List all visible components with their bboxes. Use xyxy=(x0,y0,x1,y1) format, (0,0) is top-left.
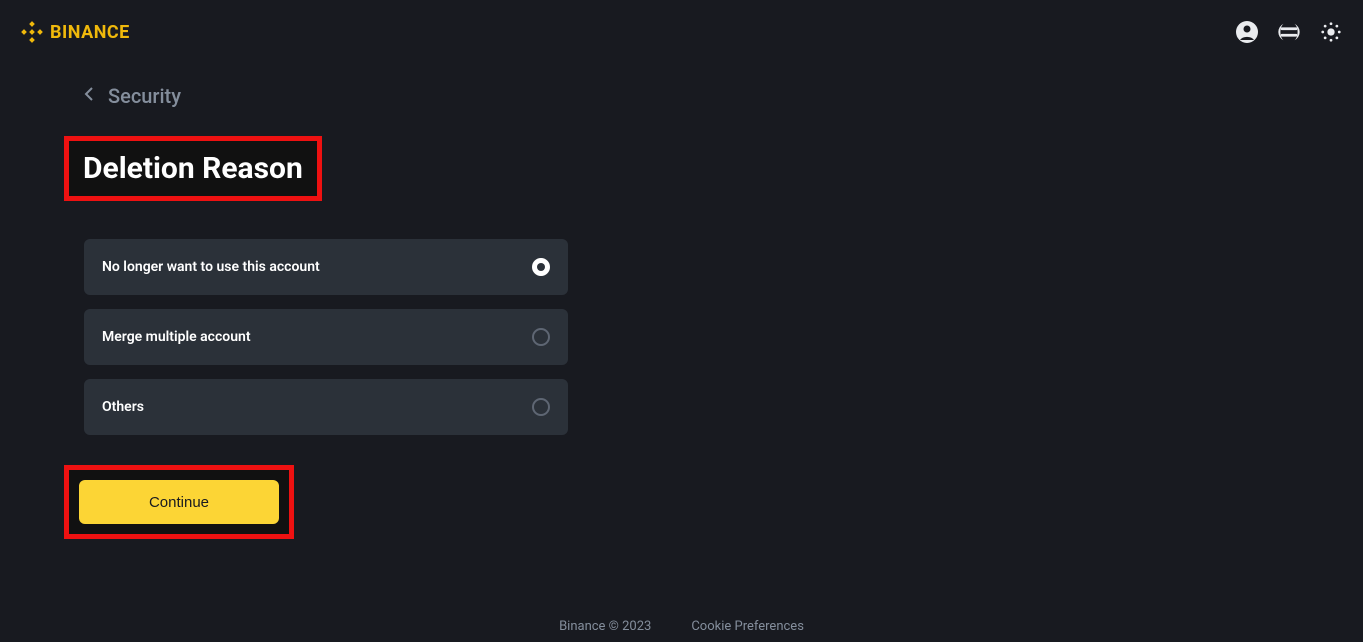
brand-text: BINANCE xyxy=(50,22,130,43)
reason-options: No longer want to use this account Merge… xyxy=(84,239,568,435)
account-icon[interactable] xyxy=(1235,20,1259,44)
radio-icon xyxy=(532,328,550,346)
globe-icon[interactable] xyxy=(1277,20,1301,44)
header: BINANCE xyxy=(0,0,1363,64)
option-label: Merge multiple account xyxy=(102,329,251,345)
main-content: Security Deletion Reason No longer want … xyxy=(0,64,1363,539)
copyright-text: Binance © 2023 xyxy=(559,619,651,634)
binance-logo-icon xyxy=(20,20,44,44)
option-label: Others xyxy=(102,399,144,415)
continue-highlight-box: Continue xyxy=(64,465,294,539)
reason-option-no-longer-use[interactable]: No longer want to use this account xyxy=(84,239,568,295)
radio-icon xyxy=(532,398,550,416)
radio-icon xyxy=(532,258,550,276)
breadcrumb: Security xyxy=(84,84,1279,108)
breadcrumb-label[interactable]: Security xyxy=(108,84,181,108)
continue-button[interactable]: Continue xyxy=(79,480,279,524)
title-highlight-box: Deletion Reason xyxy=(64,136,322,201)
binance-logo[interactable]: BINANCE xyxy=(20,20,130,44)
page-title: Deletion Reason xyxy=(83,151,303,186)
header-actions xyxy=(1235,20,1343,44)
reason-option-others[interactable]: Others xyxy=(84,379,568,435)
back-chevron-icon[interactable] xyxy=(84,86,94,107)
footer: Binance © 2023 Cookie Preferences xyxy=(0,619,1363,634)
cookie-preferences-link[interactable]: Cookie Preferences xyxy=(691,619,804,634)
theme-icon[interactable] xyxy=(1319,20,1343,44)
option-label: No longer want to use this account xyxy=(102,259,320,275)
reason-option-merge[interactable]: Merge multiple account xyxy=(84,309,568,365)
